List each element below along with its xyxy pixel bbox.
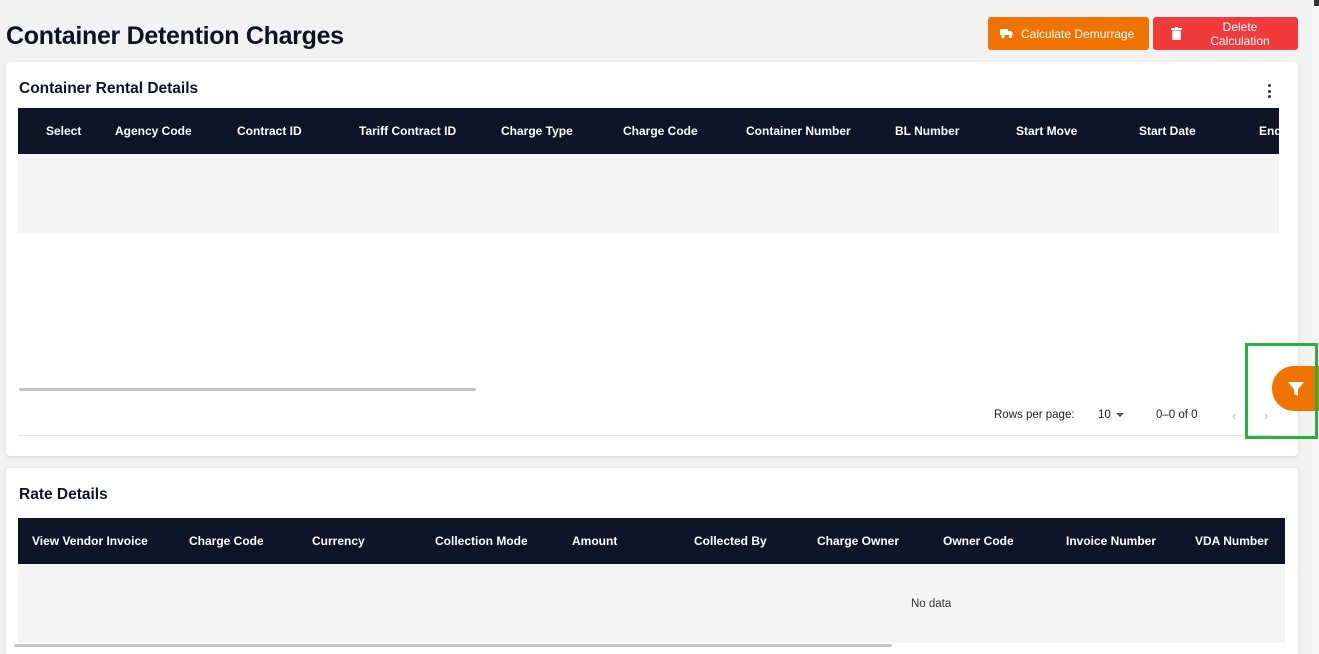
scrollbar-thumb[interactable] <box>1314 0 1319 6</box>
rental-section-title: Container Rental Details <box>19 80 199 97</box>
page-scrollbar-track[interactable] <box>1312 0 1319 654</box>
trash-icon <box>1171 27 1182 40</box>
col-container-number[interactable]: Container Number <box>746 124 895 138</box>
pagination-range: 0–0 of 0 <box>1156 409 1198 421</box>
rate-table-scrollbar[interactable] <box>14 644 892 647</box>
col-bl-number[interactable]: BL Number <box>895 124 1016 138</box>
col-vda-number[interactable]: VDA Number <box>1195 534 1275 548</box>
calculate-demurrage-label: Calculate Demurrage <box>1021 26 1135 41</box>
rental-table-header: Select Agency Code Contract ID Tariff Co… <box>18 108 1279 154</box>
col-view-vendor-invoice[interactable]: View Vendor Invoice <box>32 534 189 548</box>
container-rental-card: Container Rental Details Select Agency C… <box>6 62 1298 456</box>
col-owner-code[interactable]: Owner Code <box>943 534 1066 548</box>
truck-icon <box>1000 29 1013 39</box>
rental-table-scrollbar[interactable] <box>19 388 476 391</box>
col-currency[interactable]: Currency <box>312 534 435 548</box>
rate-table-body: No data <box>18 564 1285 643</box>
col-invoice-number[interactable]: Invoice Number <box>1066 534 1195 548</box>
filter-icon <box>1287 381 1304 396</box>
col-rate-charge-code[interactable]: Charge Code <box>189 534 312 548</box>
col-end[interactable]: End <box>1259 124 1279 138</box>
rate-details-card: Rate Details View Vendor Invoice Charge … <box>6 468 1298 654</box>
chevron-left-icon[interactable]: ‹ <box>1232 408 1236 423</box>
rental-pagination: Rows per page: 10 0–0 of 0 ‹ › <box>6 408 1286 425</box>
more-options-icon[interactable] <box>1266 84 1272 98</box>
col-amount[interactable]: Amount <box>572 534 694 548</box>
rows-per-page-select[interactable]: 10 <box>1098 409 1124 421</box>
no-data-message: No data <box>911 598 952 610</box>
col-start-move[interactable]: Start Move <box>1016 124 1139 138</box>
chevron-right-icon[interactable]: › <box>1264 408 1268 423</box>
caret-down-icon <box>1115 413 1124 417</box>
filter-button[interactable] <box>1272 366 1319 411</box>
rate-table-header: View Vendor Invoice Charge Code Currency… <box>18 518 1285 564</box>
col-agency-code[interactable]: Agency Code <box>115 124 237 138</box>
page-title: Container Detention Charges <box>6 22 344 50</box>
col-collected-by[interactable]: Collected By <box>694 534 817 548</box>
col-collection-mode[interactable]: Collection Mode <box>435 534 572 548</box>
calculate-demurrage-button[interactable]: Calculate Demurrage <box>988 17 1149 50</box>
col-contract-id[interactable]: Contract ID <box>237 124 359 138</box>
col-tariff-contract-id[interactable]: Tariff Contract ID <box>359 124 501 138</box>
delete-calculation-button[interactable]: Delete Calculation <box>1153 17 1298 50</box>
col-select[interactable]: Select <box>46 124 115 138</box>
delete-calculation-label: Delete Calculation <box>1210 19 1270 48</box>
rate-table: View Vendor Invoice Charge Code Currency… <box>18 518 1285 654</box>
rows-per-page-value: 10 <box>1098 409 1111 421</box>
col-start-date[interactable]: Start Date <box>1139 124 1259 138</box>
col-charge-owner[interactable]: Charge Owner <box>817 534 943 548</box>
col-charge-type[interactable]: Charge Type <box>501 124 623 138</box>
rows-per-page-label: Rows per page: <box>994 409 1075 421</box>
col-charge-code[interactable]: Charge Code <box>623 124 746 138</box>
rental-table: Select Agency Code Contract ID Tariff Co… <box>18 108 1279 436</box>
rental-table-body <box>18 154 1279 233</box>
rate-section-title: Rate Details <box>19 486 108 503</box>
